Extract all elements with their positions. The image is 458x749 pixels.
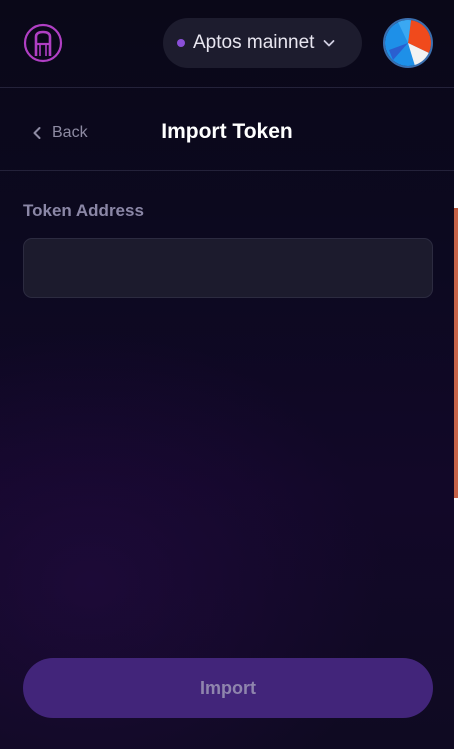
network-label: Aptos mainnet (193, 32, 315, 53)
chevron-down-icon (324, 40, 335, 47)
bridge-logo-icon[interactable] (23, 23, 63, 63)
token-address-label: Token Address (23, 201, 144, 220)
account-avatar-icon (385, 20, 431, 66)
wallet-panel: Aptos mainnet Back Import Token Token Ad… (0, 0, 454, 749)
account-avatar[interactable] (383, 18, 433, 68)
page-title: Import Token (161, 120, 293, 143)
page-header: Back Import Token (0, 89, 454, 171)
network-selector[interactable]: Aptos mainnet (163, 18, 362, 68)
network-status-dot (177, 39, 185, 47)
window-edge-accent (454, 208, 458, 498)
import-button[interactable]: Import (23, 658, 433, 718)
token-address-input[interactable] (23, 238, 433, 298)
top-bar: Aptos mainnet (0, 0, 454, 88)
